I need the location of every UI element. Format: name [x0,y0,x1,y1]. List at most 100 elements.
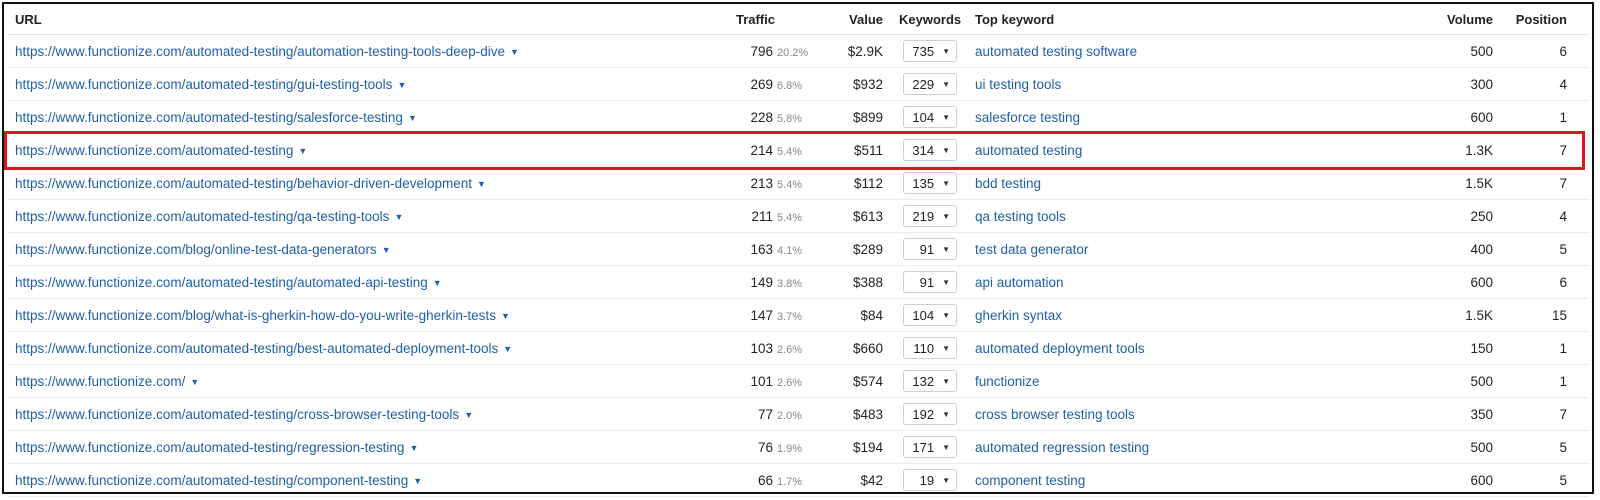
top-keyword-link[interactable]: qa testing tools [975,209,1066,224]
traffic-percent: 2.6% [777,343,803,356]
url-link[interactable]: https://www.functionize.com/automated-te… [15,209,389,224]
column-header-value[interactable]: Value [825,4,891,35]
keywords-dropdown[interactable]: 104 ▼ [903,304,957,326]
keywords-dropdown[interactable]: 229 ▼ [903,73,957,95]
top-keyword-link[interactable]: api automation [975,275,1064,290]
column-header-volume[interactable]: Volume [1387,4,1501,35]
traffic-cell: 101 2.6% [707,364,825,398]
table-row: https://www.functionize.com/automated-te… [7,265,1589,299]
keywords-dropdown[interactable]: 110 ▼ [903,337,957,359]
url-link[interactable]: https://www.functionize.com/automated-te… [15,341,498,356]
url-link[interactable]: https://www.functionize.com/automated-te… [15,143,293,158]
url-link[interactable]: https://www.functionize.com/automated-te… [15,473,408,488]
caret-down-icon[interactable]: ▼ [409,443,418,453]
url-link[interactable]: https://www.functionize.com/automated-te… [15,407,459,422]
url-cell: https://www.functionize.com/automated-te… [7,397,707,431]
traffic-value: 103 [750,340,773,356]
keywords-dropdown[interactable]: 171 ▼ [903,436,957,458]
table-row: https://www.functionize.com/automated-te… [7,67,1589,101]
position-cell: 5 [1501,430,1589,464]
column-header-position[interactable]: Position [1501,4,1589,35]
keywords-dropdown[interactable]: 735 ▼ [903,40,957,62]
caret-down-icon[interactable]: ▼ [464,410,473,420]
keywords-dropdown[interactable]: 19 ▼ [903,469,957,491]
triangle-down-icon: ▼ [942,376,950,386]
url-link[interactable]: https://www.functionize.com/automated-te… [15,110,403,125]
keywords-dropdown[interactable]: 192 ▼ [903,403,957,425]
keywords-dropdown[interactable]: 135 ▼ [903,172,957,194]
top-keyword-link[interactable]: automated regression testing [975,440,1149,455]
top-keyword-link[interactable]: automated testing [975,143,1082,158]
top-keyword-link[interactable]: automated deployment tools [975,341,1145,356]
triangle-down-icon: ▼ [942,442,950,452]
position-cell: 4 [1501,67,1589,101]
top-keyword-cell: automated testing software [967,34,1387,68]
caret-down-icon[interactable]: ▼ [510,47,519,57]
top-keyword-link[interactable]: automated testing software [975,44,1137,59]
volume-cell: 500 [1387,34,1501,68]
top-keyword-link[interactable]: ui testing tools [975,77,1061,92]
top-keyword-link[interactable]: cross browser testing tools [975,407,1135,422]
url-cell: https://www.functionize.com/automated-te… [7,265,707,299]
url-link[interactable]: https://www.functionize.com/ [15,374,185,389]
top-keyword-link[interactable]: bdd testing [975,176,1041,191]
traffic-percent: 3.8% [777,277,803,290]
keywords-cell: 104 ▼ [891,100,967,134]
keywords-dropdown[interactable]: 219 ▼ [903,205,957,227]
column-header-traffic[interactable]: Traffic [707,4,825,35]
position-cell: 1 [1501,331,1589,365]
url-cell: https://www.functionize.com/automated-te… [7,133,707,167]
top-keyword-link[interactable]: salesforce testing [975,110,1080,125]
top-keyword-cell: salesforce testing [967,100,1387,134]
keywords-dropdown[interactable]: 91 ▼ [903,271,957,293]
caret-down-icon[interactable]: ▼ [394,212,403,222]
traffic-cell: 66 1.7% [707,463,825,497]
url-cell: https://www.functionize.com/automated-te… [7,199,707,233]
url-link[interactable]: https://www.functionize.com/blog/what-is… [15,308,496,323]
traffic-cell: 213 5.4% [707,166,825,200]
traffic-value: 147 [750,307,773,323]
caret-down-icon[interactable]: ▼ [408,113,417,123]
caret-down-icon[interactable]: ▼ [413,476,422,486]
top-keyword-link[interactable]: test data generator [975,242,1088,257]
keywords-count: 192 [912,406,935,422]
top-keyword-cell: automated regression testing [967,430,1387,464]
traffic-cell: 228 5.8% [707,100,825,134]
url-link[interactable]: https://www.functionize.com/automated-te… [15,77,392,92]
table-row: https://www.functionize.com/automated-te… [7,430,1589,464]
triangle-down-icon: ▼ [942,112,950,122]
top-keyword-link[interactable]: component testing [975,473,1085,488]
url-link[interactable]: https://www.functionize.com/automated-te… [15,176,472,191]
url-link[interactable]: https://www.functionize.com/blog/online-… [15,242,377,257]
keywords-dropdown[interactable]: 91 ▼ [903,238,957,260]
caret-down-icon[interactable]: ▼ [503,344,512,354]
volume-cell: 1.3K [1387,133,1501,167]
caret-down-icon[interactable]: ▼ [397,80,406,90]
url-link[interactable]: https://www.functionize.com/automated-te… [15,275,428,290]
top-keyword-link[interactable]: functionize [975,374,1040,389]
url-link[interactable]: https://www.functionize.com/automated-te… [15,44,505,59]
keywords-dropdown[interactable]: 104 ▼ [903,106,957,128]
keywords-cell: 91 ▼ [891,265,967,299]
traffic-value: 269 [750,76,773,92]
column-header-top-keyword[interactable]: Top keyword [967,4,1387,35]
value-cell: $511 [825,133,891,167]
table-row: https://www.functionize.com/automated-te… [7,133,1589,167]
column-header-keywords[interactable]: Keywords [891,4,967,35]
caret-down-icon[interactable]: ▼ [382,245,391,255]
caret-down-icon[interactable]: ▼ [433,278,442,288]
keywords-dropdown[interactable]: 314 ▼ [903,139,957,161]
top-pages-table-panel: URL Traffic Value Keywords Top keyword V… [2,2,1594,497]
caret-down-icon[interactable]: ▼ [477,179,486,189]
top-keyword-link[interactable]: gherkin syntax [975,308,1062,323]
column-header-url[interactable]: URL [7,4,707,35]
value-cell: $289 [825,232,891,266]
keywords-dropdown[interactable]: 132 ▼ [903,370,957,392]
caret-down-icon[interactable]: ▼ [190,377,199,387]
triangle-down-icon: ▼ [942,244,950,254]
top-keyword-cell: automated deployment tools [967,331,1387,365]
caret-down-icon[interactable]: ▼ [501,311,510,321]
url-link[interactable]: https://www.functionize.com/automated-te… [15,440,404,455]
caret-down-icon[interactable]: ▼ [298,146,307,156]
position-cell: 5 [1501,232,1589,266]
